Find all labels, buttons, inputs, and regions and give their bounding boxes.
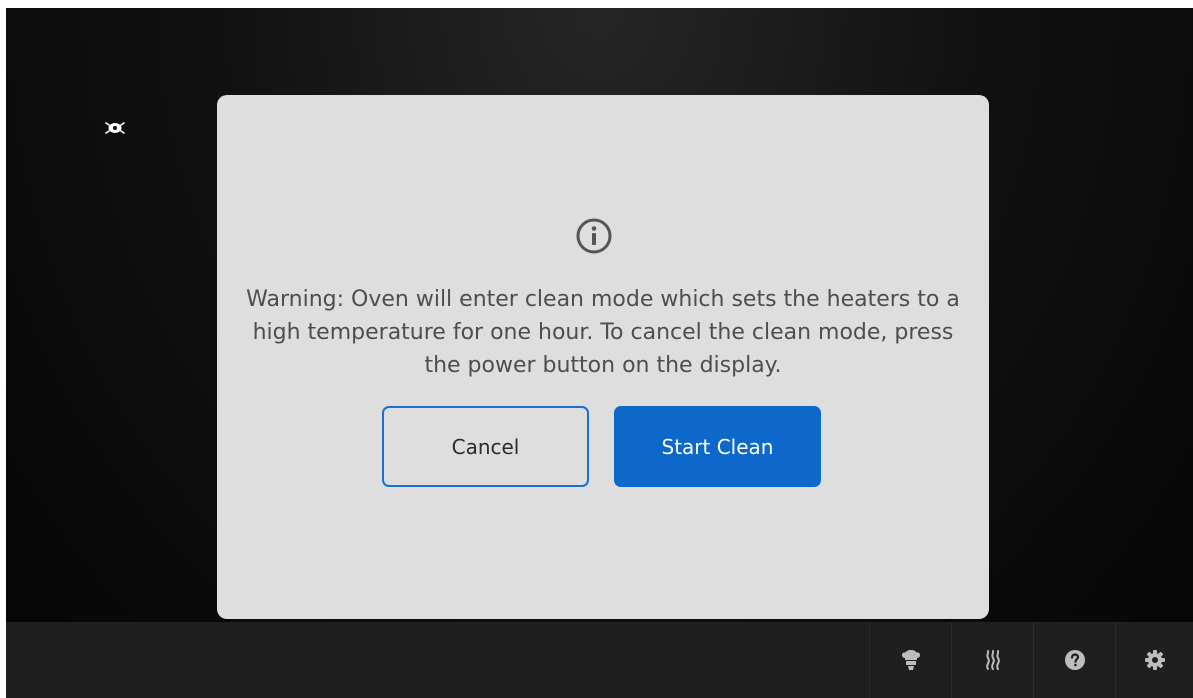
cancel-button[interactable]: Cancel	[382, 406, 589, 487]
warning-message: Warning: Oven will enter clean mode whic…	[246, 287, 960, 378]
help-button[interactable]	[1033, 622, 1115, 698]
start-clean-button[interactable]: Start Clean	[614, 406, 821, 487]
gear-icon	[1144, 649, 1166, 671]
steam-icon	[982, 649, 1004, 671]
chef-button[interactable]	[869, 622, 951, 698]
steam-button[interactable]	[951, 622, 1033, 698]
settings-button[interactable]	[1115, 622, 1193, 698]
remote-connection-icon	[103, 116, 127, 140]
clean-mode-dialog: Warning: Oven will enter clean mode whic…	[217, 95, 989, 619]
info-circle-icon	[575, 217, 613, 255]
chef-icon	[900, 649, 922, 671]
oven-screen: Warning: Oven will enter clean mode whic…	[6, 8, 1193, 698]
help-icon	[1064, 649, 1086, 671]
bottom-bar	[6, 622, 1193, 698]
frame: Warning: Oven will enter clean mode whic…	[0, 0, 1193, 698]
